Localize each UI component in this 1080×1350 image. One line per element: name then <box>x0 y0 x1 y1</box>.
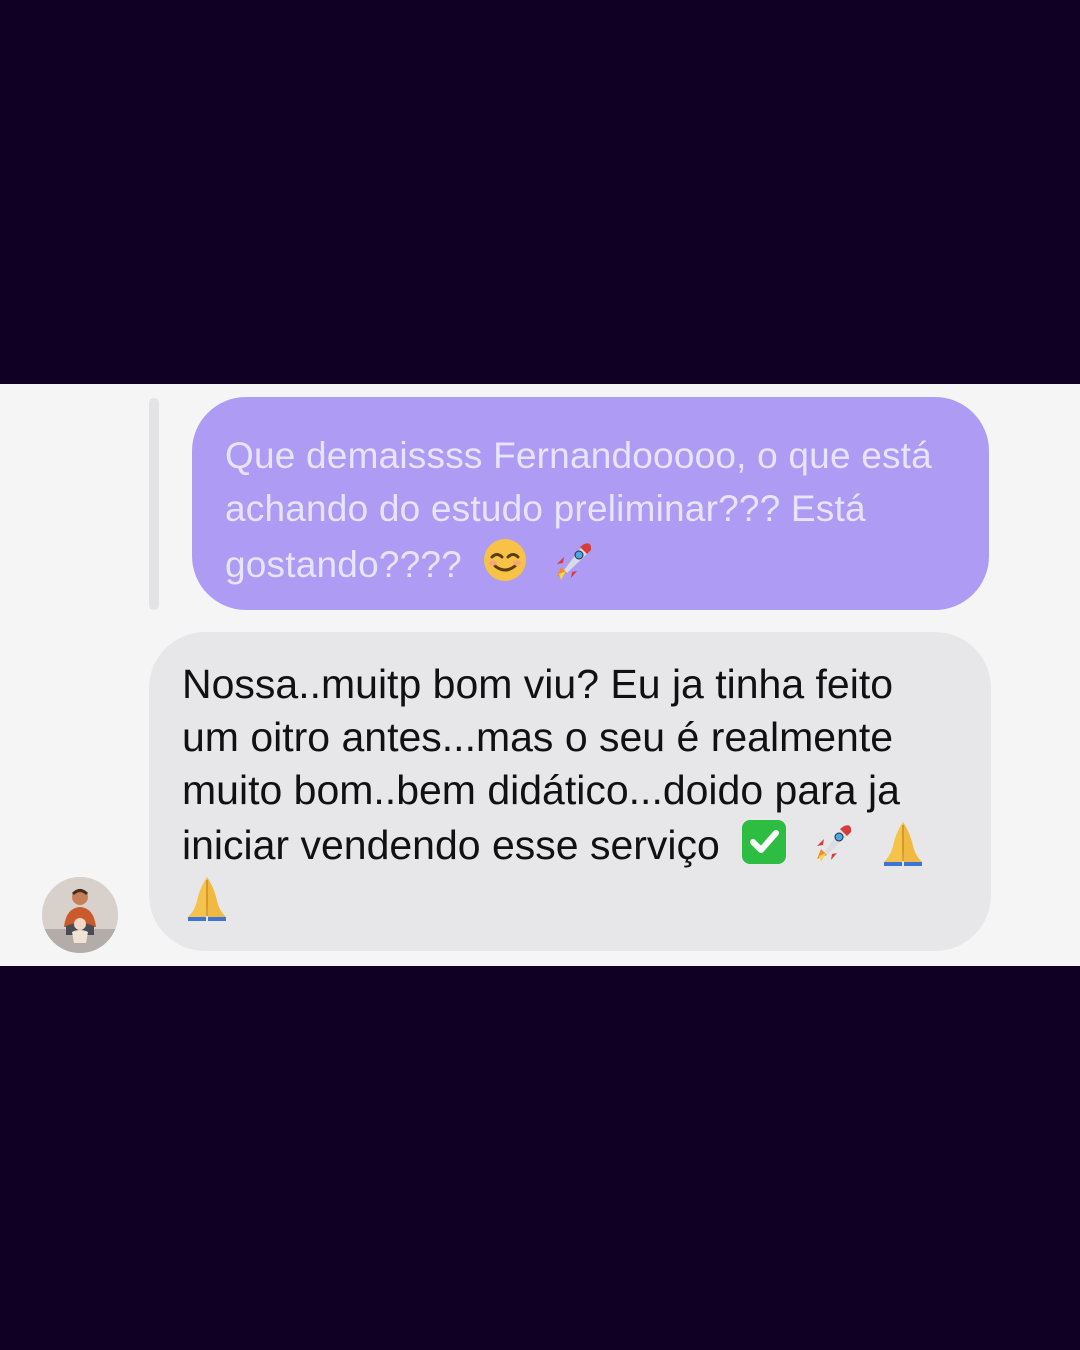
reply-context-bar <box>149 398 159 610</box>
rocket-icon <box>809 817 859 867</box>
quoted-message-bubble[interactable]: Que demaissss Fernandooooo, o que está a… <box>192 397 989 610</box>
check-mark-button-icon <box>739 817 789 867</box>
message-thread: Que demaissss Fernandooooo, o que está a… <box>0 384 1080 966</box>
rocket-icon <box>549 535 599 585</box>
relaxed-face-icon <box>480 535 530 585</box>
reply-message-bubble[interactable]: Nossa..muitp bom viu? Eu ja tinha feito … <box>149 632 991 951</box>
reply-message-text: Nossa..muitp bom viu? Eu ja tinha feito … <box>182 661 900 868</box>
folded-hands-icon <box>878 817 928 867</box>
avatar[interactable] <box>42 877 118 953</box>
folded-hands-icon <box>182 872 232 922</box>
avatar-photo-icon <box>42 877 118 953</box>
